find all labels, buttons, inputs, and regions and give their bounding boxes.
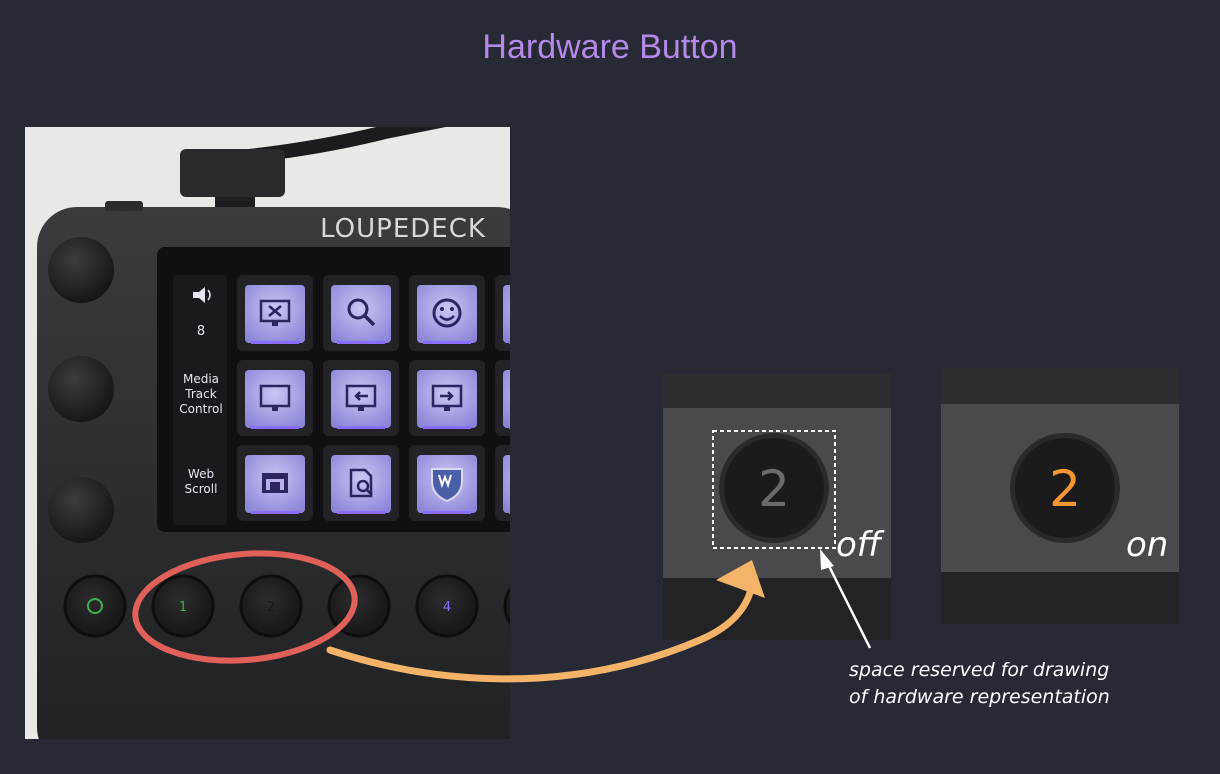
caption-line-1: space reserved for drawing <box>849 659 1110 681</box>
caption-line-2: of hardware representation <box>849 686 1110 708</box>
annotation-caption: space reserved for drawing of hardware r… <box>849 657 1110 711</box>
curved-arrow <box>326 581 756 683</box>
pointer-line <box>825 561 872 649</box>
curved-arrow-head <box>716 560 765 598</box>
pointer-arrow-head <box>820 549 834 570</box>
